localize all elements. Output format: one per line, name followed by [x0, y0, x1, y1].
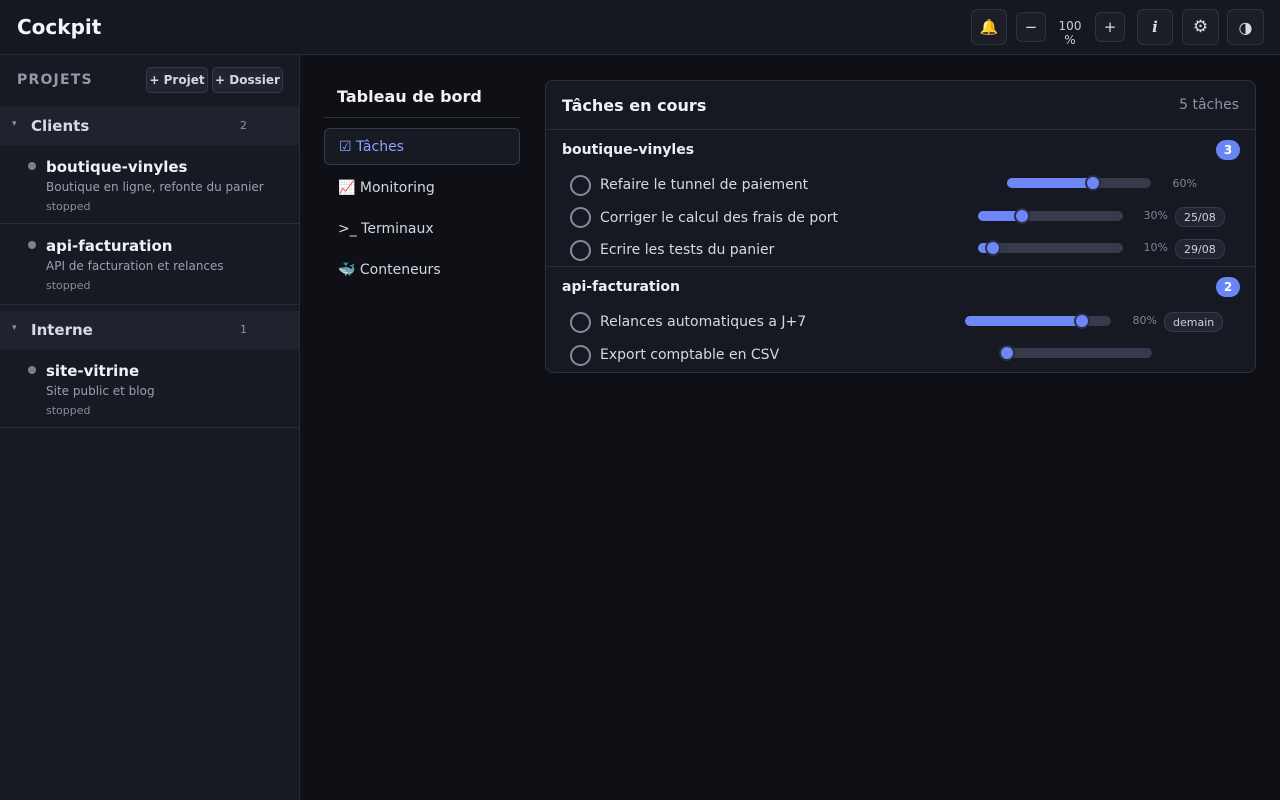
project-boutique-vinyles[interactable]: boutique-vinyles Boutique en ligne, refo…: [0, 145, 299, 224]
section-count-badge: 3: [1216, 140, 1240, 160]
add-project-button[interactable]: + Projet: [146, 67, 208, 93]
zoom-level: 100 %: [1058, 19, 1082, 47]
progress-slider[interactable]: [965, 313, 1111, 329]
slider-thumb[interactable]: [1073, 313, 1090, 329]
project-description: Site public et blog: [46, 384, 155, 398]
project-site-vitrine[interactable]: site-vitrine Site public et blog stopped: [0, 349, 299, 428]
due-date-tag: demain: [1164, 312, 1224, 332]
project-status: stopped: [46, 200, 91, 213]
divider: [324, 117, 520, 118]
gear-icon: ⚙: [1192, 17, 1209, 37]
task-checkbox[interactable]: [570, 207, 591, 228]
group-interne[interactable]: ▾ Interne 1: [0, 311, 299, 349]
progress-slider[interactable]: [1007, 175, 1151, 191]
due-date-tag: 29/08: [1175, 239, 1225, 259]
group-label: Clients: [31, 117, 90, 135]
project-api-facturation[interactable]: api-facturation API de facturation et re…: [0, 224, 299, 305]
progress-fill: [965, 316, 1082, 326]
dashboard-title: Tableau de bord: [337, 87, 482, 106]
progress-slider[interactable]: [978, 208, 1123, 224]
progress-slider[interactable]: [999, 345, 1152, 361]
projects-sidebar: PROJETS + Projet + Dossier ▾ Clients 2 b…: [0, 55, 300, 800]
slider-thumb[interactable]: [984, 240, 1001, 256]
task-label: Refaire le tunnel de paiement: [600, 177, 809, 193]
app-title: Cockpit: [17, 15, 102, 39]
nav-monitoring[interactable]: 📈 Monitoring: [324, 169, 520, 206]
chevron-down-icon: ▾: [12, 323, 17, 333]
status-dot: [28, 366, 36, 374]
top-bar: Cockpit 🔔 − 100 % + i ⚙ ◑: [0, 0, 1280, 55]
task-label: Corriger le calcul des frais de port: [600, 210, 839, 226]
chevron-down-icon: ▾: [12, 119, 17, 129]
project-status: stopped: [46, 404, 91, 417]
task-checkbox[interactable]: [570, 240, 591, 261]
info-button[interactable]: i: [1137, 9, 1173, 45]
section-title: api-facturation: [562, 279, 681, 295]
progress-percent: 60%: [1172, 177, 1197, 190]
contrast-icon: ◑: [1238, 17, 1253, 37]
project-name: site-vitrine: [46, 362, 140, 380]
divider: [546, 266, 1255, 267]
task-label: Ecrire les tests du panier: [600, 242, 775, 258]
zoom-out-button[interactable]: −: [1016, 12, 1046, 42]
slider-thumb[interactable]: [1085, 175, 1102, 191]
slider-thumb[interactable]: [999, 345, 1015, 361]
task-checkbox[interactable]: [570, 175, 591, 196]
slider-thumb[interactable]: [1013, 208, 1030, 224]
project-name: api-facturation: [46, 237, 173, 255]
nav-containers[interactable]: 🐳 Conteneurs: [324, 251, 520, 288]
section-title: boutique-vinyles: [562, 142, 695, 158]
bell-icon: 🔔: [979, 18, 999, 36]
group-clients[interactable]: ▾ Clients 2: [0, 107, 299, 145]
info-icon: i: [1152, 18, 1158, 36]
settings-button[interactable]: ⚙: [1182, 9, 1219, 45]
task-checkbox[interactable]: [570, 345, 591, 366]
add-folder-button[interactable]: + Dossier: [212, 67, 283, 93]
progress-percent: 10%: [1143, 241, 1168, 254]
task-checkbox[interactable]: [570, 312, 591, 333]
group-count: 2: [240, 119, 247, 132]
nav-terminals[interactable]: >_ Terminaux: [324, 210, 520, 247]
project-status: stopped: [46, 279, 91, 292]
panel-title: Tâches en cours: [562, 96, 707, 115]
theme-toggle-button[interactable]: ◑: [1227, 9, 1264, 45]
divider: [546, 129, 1255, 130]
section-count-badge: 2: [1216, 277, 1240, 297]
status-dot: [28, 162, 36, 170]
task-label: Export comptable en CSV: [600, 347, 780, 363]
project-description: API de facturation et relances: [46, 259, 224, 273]
task-label: Relances automatiques a J+7: [600, 314, 807, 330]
progress-percent: 30%: [1143, 209, 1168, 222]
progress-fill: [1007, 178, 1094, 188]
due-date-tag: 25/08: [1175, 207, 1225, 227]
progress-percent: 80%: [1132, 314, 1157, 327]
notifications-button[interactable]: 🔔: [971, 9, 1007, 45]
progress-slider[interactable]: [978, 240, 1123, 256]
group-count: 1: [240, 323, 247, 336]
project-description: Boutique en ligne, refonte du panier: [46, 180, 264, 194]
zoom-in-button[interactable]: +: [1095, 12, 1125, 42]
projects-heading: PROJETS: [17, 72, 93, 88]
task-count: 5 tâches: [1179, 97, 1239, 113]
group-label: Interne: [31, 321, 93, 339]
tasks-panel: Tâches en cours 5 tâches boutique-vinyle…: [545, 80, 1256, 373]
nav-tasks[interactable]: ☑ Tâches: [324, 128, 520, 165]
status-dot: [28, 241, 36, 249]
project-name: boutique-vinyles: [46, 158, 188, 176]
